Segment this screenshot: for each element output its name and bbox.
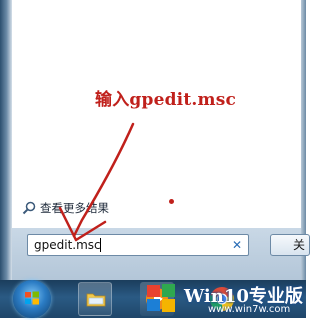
close-icon[interactable]: ✕: [230, 238, 244, 252]
search-input-value: gpedit.msc: [34, 238, 101, 252]
windows-logo-icon: [146, 283, 176, 313]
start-menu-panel: [12, 0, 301, 228]
windows-explorer-button[interactable]: [78, 282, 112, 316]
desktop-left-edge: [0, 0, 12, 280]
annotation-dot: [169, 199, 174, 204]
watermark-url: www.win7w.com: [208, 304, 291, 315]
start-search-input[interactable]: gpedit.msc ✕: [27, 234, 249, 256]
windows-explorer-icon: [86, 293, 106, 307]
instruction-annotation: 输入gpedit.msc: [95, 90, 237, 110]
see-more-results-link[interactable]: 查看更多结果: [22, 200, 109, 216]
see-more-results-label: 查看更多结果: [40, 201, 109, 215]
text-caret: [100, 238, 101, 252]
magnifier-icon: [22, 201, 36, 215]
shutdown-label: 关: [293, 238, 306, 252]
shutdown-button[interactable]: 关: [270, 234, 310, 256]
windows-start-orb-icon[interactable]: [13, 280, 51, 318]
